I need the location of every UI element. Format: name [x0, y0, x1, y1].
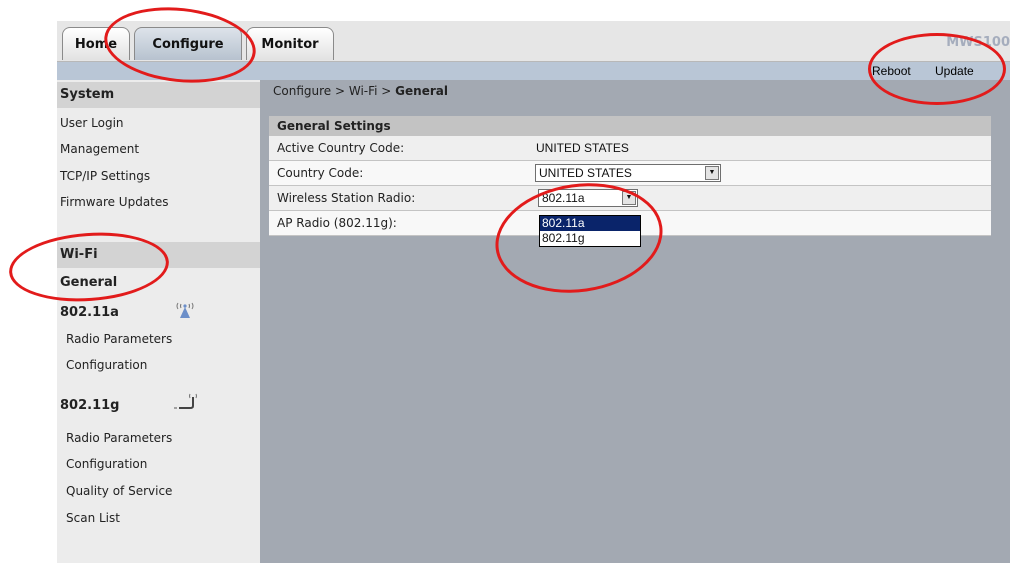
sidebar-item-management[interactable]: Management	[60, 142, 139, 156]
sidebar-item-g-configuration[interactable]: Configuration	[66, 457, 147, 471]
sidebar-item-firmware-updates[interactable]: Firmware Updates	[60, 195, 169, 209]
breadcrumb-current: General	[395, 84, 448, 98]
update-link[interactable]: Update	[935, 64, 974, 78]
panel-title: General Settings	[269, 116, 991, 136]
reboot-link[interactable]: Reboot	[872, 64, 911, 78]
country-code-label: Country Code:	[277, 166, 364, 180]
tab-configure[interactable]: Configure	[134, 27, 242, 60]
settings-row-active-country: Active Country Code: UNITED STATES	[269, 136, 991, 161]
tab-home[interactable]: Home	[62, 27, 130, 60]
chevron-down-icon[interactable]: ▼	[705, 166, 719, 180]
sidebar-item-quality-of-service[interactable]: Quality of Service	[66, 484, 172, 498]
dropdown-option-80211g[interactable]: 802.11g	[540, 231, 640, 246]
sidebar-group-80211g[interactable]: 802.11g	[60, 398, 119, 413]
active-country-label: Active Country Code:	[277, 141, 405, 155]
sidebar-item-a-configuration[interactable]: Configuration	[66, 358, 147, 372]
access-point-icon	[176, 302, 194, 318]
sidebar-heading-system: System	[57, 82, 260, 108]
wireless-station-radio-select[interactable]: 802.11a ▼	[538, 189, 638, 207]
model-name: MWS100	[946, 35, 1010, 50]
sidebar-heading-wifi: Wi-Fi	[57, 242, 260, 268]
country-code-select[interactable]: UNITED STATES ▼	[535, 164, 721, 182]
top-tab-bar: Home Configure Monitor MWS100	[57, 21, 1010, 62]
tab-monitor[interactable]: Monitor	[246, 27, 334, 60]
sidebar-item-g-radio-parameters[interactable]: Radio Parameters	[66, 431, 172, 445]
sidebar-item-general[interactable]: General	[60, 275, 117, 290]
sidebar: System User Login Management TCP/IP Sett…	[57, 80, 260, 563]
wireless-station-radio-label: Wireless Station Radio:	[277, 191, 416, 205]
settings-row-country-code: Country Code: UNITED STATES ▼	[269, 161, 991, 186]
dropdown-option-80211a[interactable]: 802.11a	[540, 216, 640, 231]
breadcrumb-trail[interactable]: Configure > Wi-Fi >	[273, 84, 395, 98]
sidebar-group-80211a[interactable]: 802.11a	[60, 305, 119, 320]
chevron-down-icon[interactable]: ▼	[622, 191, 636, 205]
app-window: Home Configure Monitor MWS100 Reboot Upd…	[57, 21, 1010, 563]
ap-radio-label: AP Radio (802.11g):	[277, 216, 397, 230]
sidebar-item-a-radio-parameters[interactable]: Radio Parameters	[66, 332, 172, 346]
active-country-value: UNITED STATES	[536, 141, 629, 155]
wireless-station-radio-value: 802.11a	[542, 191, 585, 205]
sidebar-item-scan-list[interactable]: Scan List	[66, 511, 120, 525]
country-code-value: UNITED STATES	[539, 166, 632, 180]
sidebar-item-tcpip-settings[interactable]: TCP/IP Settings	[60, 169, 150, 183]
breadcrumb: Configure > Wi-Fi > General	[273, 84, 448, 98]
wireless-client-icon	[174, 393, 197, 409]
radio-dropdown-list[interactable]: 802.11a 802.11g	[539, 215, 641, 247]
settings-row-wireless-station-radio: Wireless Station Radio: 802.11a ▼	[269, 186, 991, 211]
sidebar-item-user-login[interactable]: User Login	[60, 116, 124, 130]
action-bar: Reboot Update	[57, 62, 1010, 80]
